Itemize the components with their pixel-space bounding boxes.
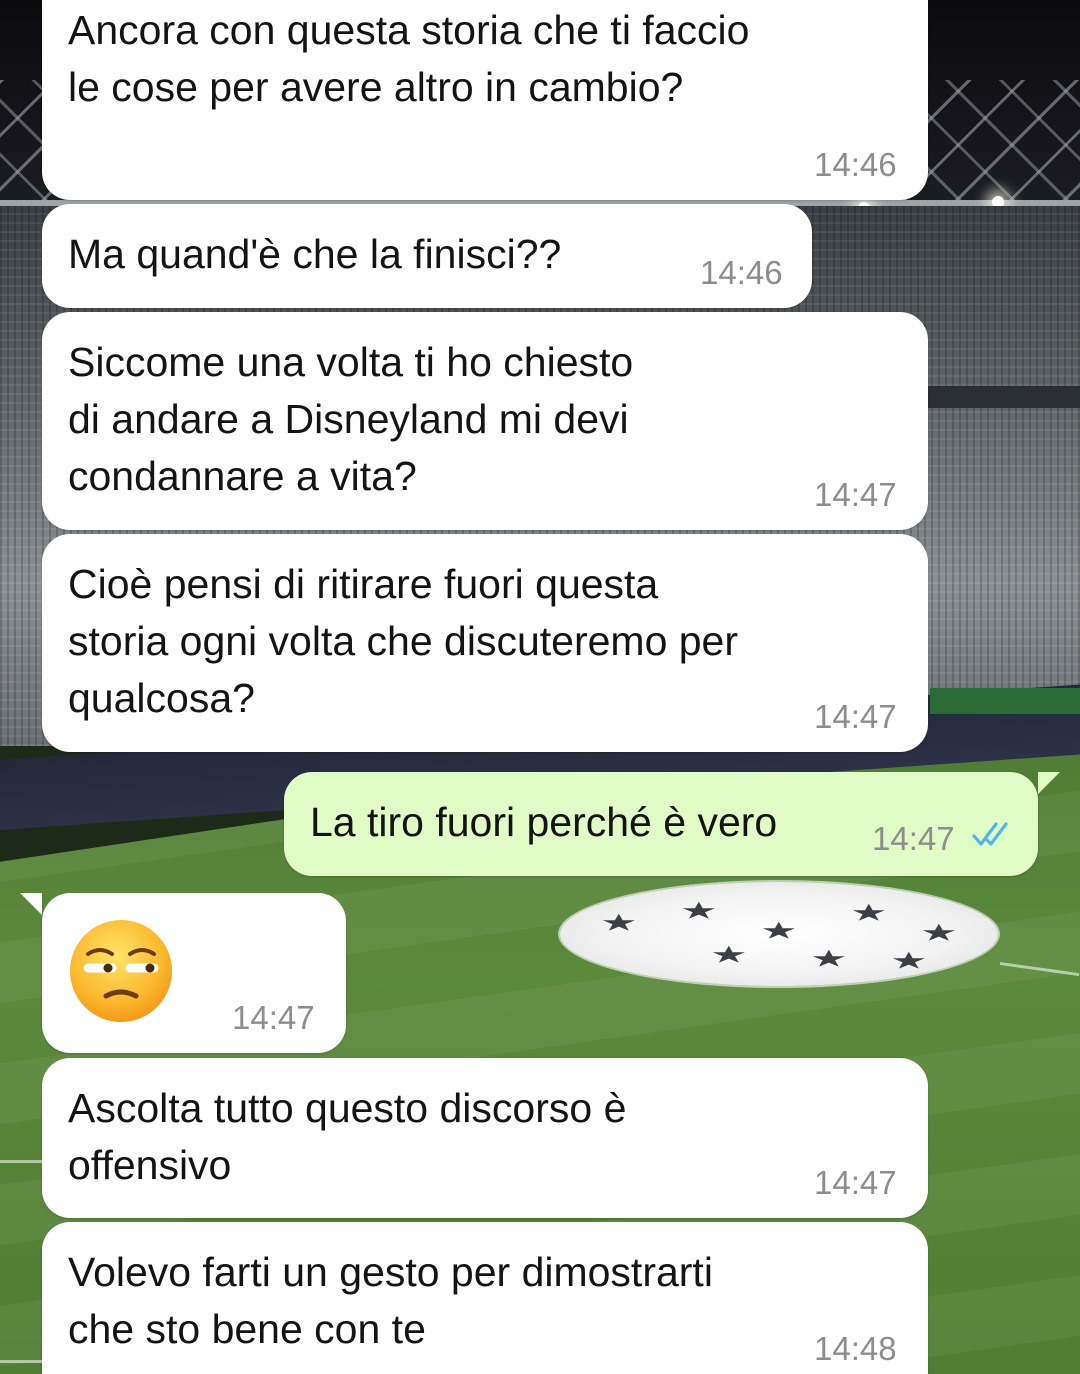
message-timestamp: 14:47 <box>814 1164 897 1201</box>
message-timestamp: 14:47 <box>814 476 897 513</box>
incoming-message-bubble[interactable]: Siccome una volta ti ho chiesto di andar… <box>42 312 928 530</box>
incoming-message-bubble[interactable]: Ma quand'è che la finisci?? 14:46 <box>42 204 812 308</box>
message-timestamp: 14:47 <box>872 820 955 857</box>
message-text: La tiro fuori perché è vero <box>310 799 778 845</box>
incoming-message-bubble[interactable]: Ascolta tutto questo discorso è offensiv… <box>42 1058 928 1218</box>
message-timestamp: 14:47 <box>814 698 897 735</box>
incoming-message-bubble[interactable]: Cioè pensi di ritirare fuori questa stor… <box>42 534 928 752</box>
outgoing-message-bubble[interactable]: La tiro fuori perché è vero 14:47 <box>284 772 1038 876</box>
outgoing-bubble-tail <box>1038 772 1060 794</box>
message-text: Ascolta tutto questo discorso è offensiv… <box>68 1085 627 1188</box>
message-timestamp: 14:46 <box>814 146 897 183</box>
message-text: Ma quand'è che la finisci?? <box>68 231 562 277</box>
message-timestamp: 14:46 <box>700 254 783 291</box>
message-text: Siccome una volta ti ho chiesto di andar… <box>68 339 634 499</box>
double-check-icon <box>972 822 1008 846</box>
message-timestamp: 14:48 <box>814 1330 897 1367</box>
unamused-face-emoji <box>70 920 172 1022</box>
incoming-bubble-tail <box>20 893 42 915</box>
message-text: Ancora con questa storia che ti faccio l… <box>68 7 750 110</box>
message-timestamp: 14:47 <box>232 999 315 1036</box>
incoming-message-bubble[interactable]: Ancora con questa storia che ti faccio l… <box>42 0 928 200</box>
incoming-message-bubble[interactable]: Volevo farti un gesto per dimostrarti ch… <box>42 1222 928 1374</box>
message-text: Cioè pensi di ritirare fuori questa stor… <box>68 561 739 721</box>
message-text: Volevo farti un gesto per dimostrarti ch… <box>68 1249 713 1352</box>
chat-messages[interactable]: Ancora con questa storia che ti faccio l… <box>0 0 1080 1374</box>
